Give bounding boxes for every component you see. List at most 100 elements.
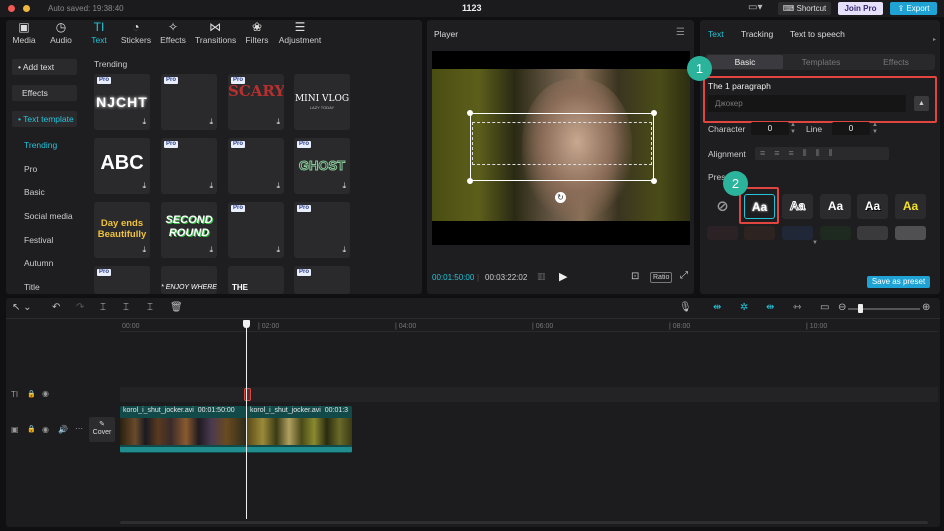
- download-icon[interactable]: ⤓: [342, 246, 346, 254]
- subtab-effects[interactable]: Effects: [858, 55, 934, 69]
- download-icon[interactable]: ⤓: [209, 246, 213, 254]
- linkage-icon[interactable]: ⇹: [766, 302, 774, 313]
- close-window-button[interactable]: [8, 5, 15, 12]
- split-left-icon[interactable]: ⌶: [123, 302, 129, 313]
- sidebar-item-basic[interactable]: Basic: [24, 187, 45, 197]
- preset-shadow[interactable]: Aa: [857, 194, 888, 219]
- panel-arrow-icon[interactable]: ▸: [933, 36, 936, 43]
- tab-filters[interactable]: ❀ Filters: [238, 21, 276, 49]
- tab-adjustment[interactable]: ☰ Adjustment: [278, 21, 322, 49]
- template-tile[interactable]: Pro: [94, 266, 150, 294]
- template-tile[interactable]: Pro ⤓: [161, 74, 217, 130]
- split-icon[interactable]: ⌶: [100, 302, 106, 313]
- sidebar-item-trending[interactable]: Trending: [24, 140, 57, 150]
- tab-audio[interactable]: ◷ Audio: [42, 21, 80, 49]
- template-tile[interactable]: Pro ⤓: [228, 202, 284, 258]
- resize-handle[interactable]: [651, 178, 657, 184]
- sidebar-item-autumn[interactable]: Autumn: [24, 258, 53, 268]
- template-tile[interactable]: Pro: [294, 266, 350, 294]
- zoom-slider-thumb[interactable]: [858, 304, 863, 313]
- template-tile[interactable]: Pro ⤓: [294, 202, 350, 258]
- main-track-magnet-icon[interactable]: ⇹: [713, 302, 721, 313]
- lock-icon[interactable]: 🔒: [27, 425, 36, 433]
- template-tile[interactable]: SECOND ROUND ⤓: [161, 202, 217, 258]
- sidebar-item-social-media[interactable]: Social media: [24, 211, 73, 221]
- text-template-button[interactable]: • Text template: [12, 111, 77, 127]
- character-spacing-input[interactable]: 0: [751, 122, 789, 135]
- more-icon[interactable]: ⋯: [75, 424, 83, 433]
- template-tile[interactable]: Pro ⤓: [161, 138, 217, 194]
- timecode-grid-icon[interactable]: ▥: [537, 271, 546, 282]
- expand-icon[interactable]: ⤢: [680, 270, 688, 281]
- shortcut-button[interactable]: ⌨ Shortcut: [778, 2, 831, 15]
- download-icon[interactable]: ⤓: [276, 182, 280, 190]
- eye-icon[interactable]: ◉: [42, 425, 49, 434]
- volume-icon[interactable]: 🔊: [58, 425, 68, 434]
- download-icon[interactable]: ⤓: [142, 118, 146, 126]
- playhead-handle[interactable]: [243, 320, 250, 328]
- tab-transitions[interactable]: ⋈ Transitions: [195, 21, 236, 49]
- auto-snap-icon[interactable]: ✲: [740, 302, 748, 313]
- join-pro-button[interactable]: Join Pro: [838, 2, 883, 15]
- no-preset-icon[interactable]: ⊘: [707, 194, 738, 219]
- download-icon[interactable]: ⤓: [142, 246, 146, 254]
- export-button[interactable]: ⇪ Export: [890, 2, 937, 15]
- template-tile[interactable]: Pro NJCHT ⤓: [94, 74, 150, 130]
- tab-tracking[interactable]: Tracking: [741, 29, 773, 39]
- sidebar-item-pro[interactable]: Pro: [24, 164, 37, 174]
- template-tile[interactable]: THE: [228, 266, 284, 294]
- play-icon[interactable]: ▶: [559, 270, 567, 283]
- template-tile[interactable]: ABC ⤓: [94, 138, 150, 194]
- preset-tile[interactable]: [857, 226, 888, 240]
- subtab-basic[interactable]: Basic: [707, 55, 783, 69]
- tab-text-to-speech[interactable]: Text to speech: [790, 29, 845, 39]
- lock-icon[interactable]: 🔒: [27, 390, 36, 398]
- save-as-preset-button[interactable]: Save as preset: [867, 276, 930, 288]
- player-menu-icon[interactable]: ☰: [676, 27, 685, 38]
- subtab-templates[interactable]: Templates: [783, 55, 859, 69]
- fullscreen-crop-icon[interactable]: ⊡: [631, 271, 639, 282]
- template-tile[interactable]: MINI VLOG LAZY TODAY: [294, 74, 350, 130]
- cover-button[interactable]: ✎ Cover: [89, 417, 115, 442]
- template-tile[interactable]: Pro ⤓: [228, 138, 284, 194]
- split-right-icon[interactable]: ⌶: [147, 302, 153, 313]
- preview-axis-icon[interactable]: ⇿: [793, 302, 801, 313]
- template-tile[interactable]: Pro SCARY ⤓: [228, 74, 284, 130]
- redo-icon[interactable]: ↷: [76, 302, 84, 313]
- undo-icon[interactable]: ↶: [52, 302, 60, 313]
- download-icon[interactable]: ⤓: [276, 246, 280, 254]
- rotate-handle-icon[interactable]: ↻: [555, 192, 566, 203]
- tab-text-properties[interactable]: Text: [708, 29, 724, 39]
- playhead[interactable]: [246, 326, 247, 519]
- preset-yellow[interactable]: Aa: [895, 194, 926, 219]
- preset-tile[interactable]: [707, 226, 738, 240]
- template-tile[interactable]: Day ends Beautifully ⤓: [94, 202, 150, 258]
- tab-media[interactable]: ▣ Media: [5, 21, 43, 49]
- eye-icon[interactable]: ◉: [42, 389, 49, 398]
- line-stepper-icon[interactable]: ▲ ▼: [872, 122, 878, 135]
- download-icon[interactable]: ⤓: [142, 182, 146, 190]
- preset-tile[interactable]: [895, 226, 926, 240]
- sidebar-item-title[interactable]: Title: [24, 282, 40, 292]
- timeline-scrollbar[interactable]: [120, 521, 928, 524]
- delete-icon[interactable]: 🗑: [170, 302, 183, 313]
- download-icon[interactable]: ⤓: [342, 182, 346, 190]
- sidebar-item-festival[interactable]: Festival: [24, 235, 53, 245]
- preset-bold-white[interactable]: Aa: [820, 194, 851, 219]
- alignment-icons[interactable]: ≡≡≡⦀⦀⦀: [760, 147, 842, 160]
- preset-tile[interactable]: [782, 226, 813, 240]
- download-icon[interactable]: ⤓: [276, 118, 280, 126]
- line-spacing-input[interactable]: 0: [832, 122, 870, 135]
- template-tile[interactable]: * ENJOY WHERE: [161, 266, 217, 294]
- screenshot-icon[interactable]: ▭: [820, 302, 829, 313]
- template-tile[interactable]: Pro GHOST ⤓: [294, 138, 350, 194]
- tab-text[interactable]: TI Text: [80, 21, 118, 49]
- video-clip[interactable]: korol_i_shut_jocker.avi 00:01:3: [247, 406, 352, 453]
- download-icon[interactable]: ⤓: [209, 182, 213, 190]
- zoom-out-icon[interactable]: ⊖: [838, 302, 846, 313]
- zoom-in-icon[interactable]: ⊕: [922, 302, 930, 313]
- preset-outline[interactable]: Aa: [782, 194, 813, 219]
- video-preview[interactable]: ↻: [432, 51, 690, 245]
- layout-icon[interactable]: ▭▾: [748, 2, 762, 13]
- minimize-window-button[interactable]: [23, 5, 30, 12]
